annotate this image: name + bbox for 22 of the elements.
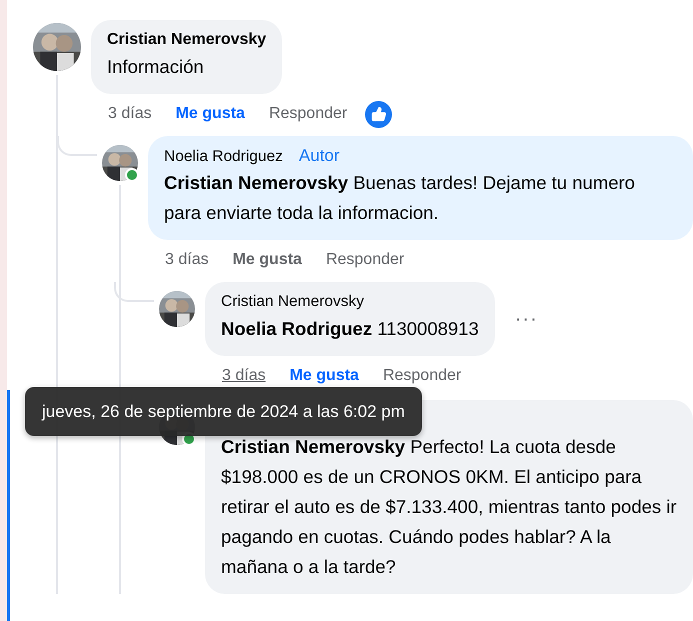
reply-link[interactable]: Responder bbox=[382, 367, 462, 385]
like-link[interactable]: Me gusta bbox=[176, 105, 245, 123]
author-label: Autor bbox=[298, 145, 340, 167]
reply-link[interactable]: Responder bbox=[268, 105, 348, 123]
thread-connector bbox=[57, 136, 97, 156]
author-name[interactable]: Noelia Rodriguez bbox=[164, 145, 283, 169]
comment-text: Cristian Nemerovsky Perfecto! La cuota desde $198.000 es de un CRONOS 0KM. El anticipo para retirar el auto es de $7.133.400, mientras tanto podes ir pagando en cuotas. Cuándo podes hablar? A la mañana o a la tarde? bbox=[221, 435, 677, 579]
timestamp-link[interactable]: 3 días bbox=[108, 105, 152, 123]
thread-connector bbox=[114, 282, 154, 302]
reply-link[interactable]: Responder bbox=[326, 251, 404, 269]
more-button[interactable]: ··· bbox=[508, 308, 544, 330]
like-link[interactable]: Me gusta bbox=[232, 251, 302, 269]
like-reaction-icon[interactable] bbox=[365, 100, 392, 128]
author-name[interactable]: Cristian Nemerovsky bbox=[107, 28, 266, 52]
date-tooltip: jueves, 26 de septiembre de 2024 a las 6:02 pm bbox=[25, 387, 422, 436]
timestamp-link[interactable]: 3 días bbox=[165, 251, 209, 269]
comment-text: Cristian Nemerovsky Buenas tardes! Dejame tu numero para enviarte toda la informacion. bbox=[164, 171, 636, 225]
timestamp-link[interactable]: 3 días bbox=[222, 367, 266, 385]
like-link[interactable]: Me gusta bbox=[290, 367, 359, 385]
comment-text: Información bbox=[107, 55, 205, 79]
author-name[interactable]: Cristian Nemerovsky bbox=[221, 290, 364, 314]
comment-text: Noelia Rodriguez 1130008913 bbox=[221, 317, 479, 341]
